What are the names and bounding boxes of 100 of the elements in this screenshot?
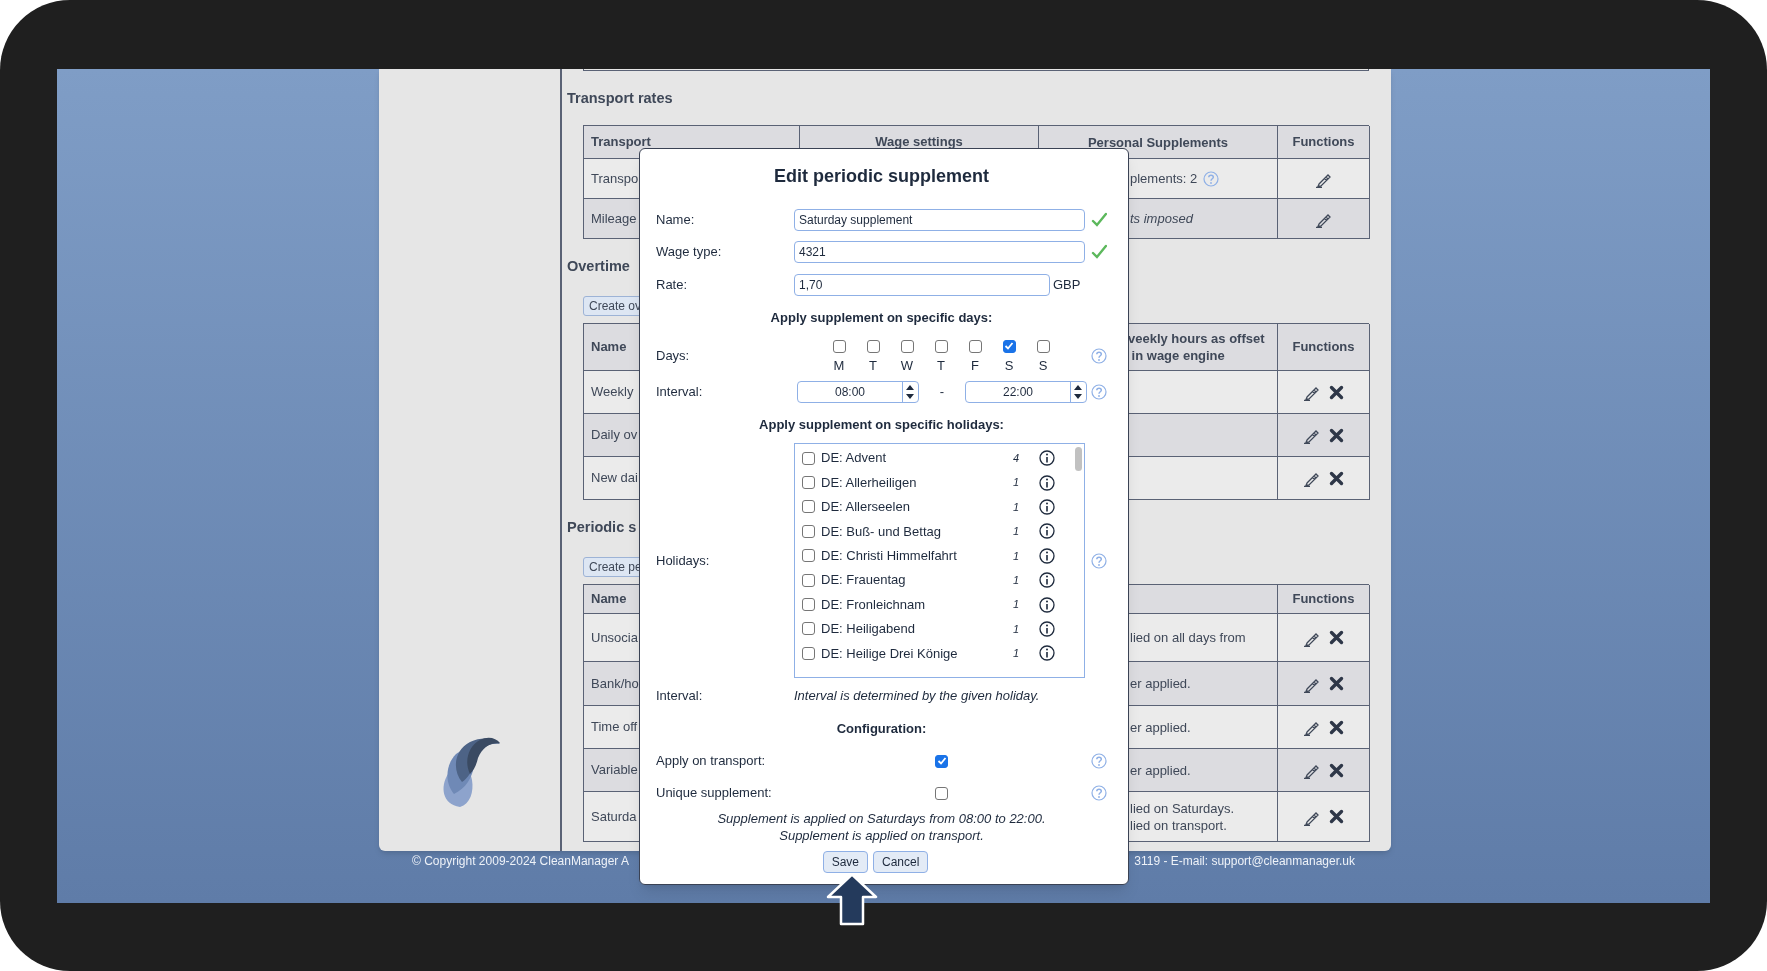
holiday-name: DE: Fronleichnam [821,595,927,614]
section-heading: Periodic s [567,518,637,537]
table-cell: plements: 2 [1130,170,1198,187]
checkbox[interactable] [968,339,982,353]
column-header: Wage settings [875,133,963,152]
info-icon[interactable] [1039,450,1055,467]
cancel-button[interactable]: Cancel [873,851,929,873]
info-icon[interactable] [1039,523,1055,540]
table-cell-text: Time off [591,718,638,737]
checkbox[interactable] [866,339,880,353]
field-label: Interval: [656,688,703,704]
checkbox[interactable] [802,646,815,660]
field-label: Rate: [656,277,688,293]
field-label: Wage type: [656,244,722,260]
column-header: Functions [1292,590,1355,609]
input-field[interactable]: Saturday supplement [794,209,1086,231]
summary-text: Supplement is applied on transport. [779,827,984,844]
checkbox[interactable] [1002,339,1016,353]
info-icon[interactable] [1039,474,1055,491]
section-heading: Apply supplement on specific holidays: [758,416,1005,434]
holiday-count: 4 [1011,450,1021,466]
table-cell-text: Daily ov [591,426,638,445]
contact-text: 3119 - E-mail: support@cleanmanager.uk [1134,853,1355,870]
delete-icon[interactable] [1329,762,1344,778]
dialog-title: Edit periodic supplement [773,165,990,187]
holiday-count: 1 [1011,572,1021,588]
info-icon[interactable] [1039,596,1055,613]
column-header: Name [591,590,627,609]
holiday-name: DE: Advent [821,449,888,468]
table-cell: ts imposed [1130,210,1193,227]
section-heading: Overtime [567,257,630,276]
save-button[interactable]: Save [822,851,868,873]
checkbox[interactable] [802,451,815,465]
table-cell-text: Saturda [591,807,637,826]
holiday-count: 1 [1011,646,1021,662]
table-cell-text: Transpo [591,169,639,188]
table-cell-text: New dai [591,469,638,488]
holiday-count: 1 [1011,548,1021,564]
day-label: T [937,357,945,373]
info-icon[interactable] [1039,547,1055,564]
table-cell-text: Weekly [591,383,634,402]
checkbox[interactable] [802,500,815,514]
delete-icon[interactable] [1329,809,1344,824]
checkbox[interactable] [935,786,948,800]
delete-icon[interactable] [1329,384,1344,400]
time-field[interactable]: 22:00 [965,381,1087,403]
table-cell: er applied. [1130,718,1191,736]
table-cell: er applied. [1130,675,1191,692]
checkbox[interactable] [934,339,948,353]
day-label: F [971,357,979,373]
delete-icon[interactable] [1329,719,1344,735]
table-cell: lied on all days from [1130,629,1246,646]
checkbox[interactable] [802,598,815,612]
column-header: Personal Supplements [1087,133,1229,151]
day-label: M [833,357,845,373]
info-icon[interactable] [1039,645,1055,662]
holiday-name: DE: Frauentag [821,571,907,590]
delete-icon[interactable] [1329,470,1344,486]
holiday-name: DE: Allerseelen [821,498,911,517]
copyright-text: © Copyright 2009-2024 CleanManager A [412,853,629,870]
scrollbar-thumb[interactable] [1075,447,1082,471]
info-icon[interactable] [1039,620,1055,637]
delete-icon[interactable] [1329,676,1344,691]
table-cell-text: Mileage [591,209,637,228]
holiday-count: 1 [1011,475,1021,491]
column-header: Name [591,338,627,357]
holiday-name: DE: Allerheiligen [821,473,918,492]
field-label: Name: [656,212,695,228]
checkbox[interactable] [802,622,815,636]
table-cell: lied on Saturdays. lied on transport. [1130,799,1235,834]
day-label: S [1004,357,1014,373]
section-heading: Transport rates [567,89,673,108]
checkbox[interactable] [802,524,815,538]
checkbox[interactable] [832,339,846,353]
holiday-name: DE: Christi Himmelfahrt [821,547,958,565]
checkbox[interactable] [1036,339,1050,353]
holiday-count: 1 [1011,621,1021,637]
checkbox[interactable] [802,476,815,490]
input-field[interactable]: 4321 [794,241,1086,263]
interval-note: Interval is determined by the given holiday. [794,687,1040,706]
table-cell: er applied. [1130,761,1191,779]
input-field[interactable]: 1,70 [794,274,1050,296]
holiday-name: DE: Heilige Drei Könige [821,644,959,663]
holiday-name: DE: Buß- und Bettag [821,522,942,541]
day-label: T [869,357,877,373]
info-icon[interactable] [1039,572,1055,589]
checkbox[interactable] [802,573,815,587]
table-cell-text: Variable [591,761,638,780]
day-label: W [900,357,914,373]
column-header: veekly hours as offset in wage engine [1128,330,1265,364]
delete-icon[interactable] [1329,630,1344,645]
info-icon[interactable] [1039,498,1055,515]
field-label: Days: [656,348,690,364]
checkbox[interactable] [802,549,815,563]
checkbox[interactable] [935,754,948,768]
delete-icon[interactable] [1329,427,1344,443]
time-field[interactable]: 08:00 [797,381,919,403]
checkbox[interactable] [900,339,914,353]
table-cell-text: Unsocia [591,628,638,647]
holiday-count: 1 [1011,499,1021,515]
